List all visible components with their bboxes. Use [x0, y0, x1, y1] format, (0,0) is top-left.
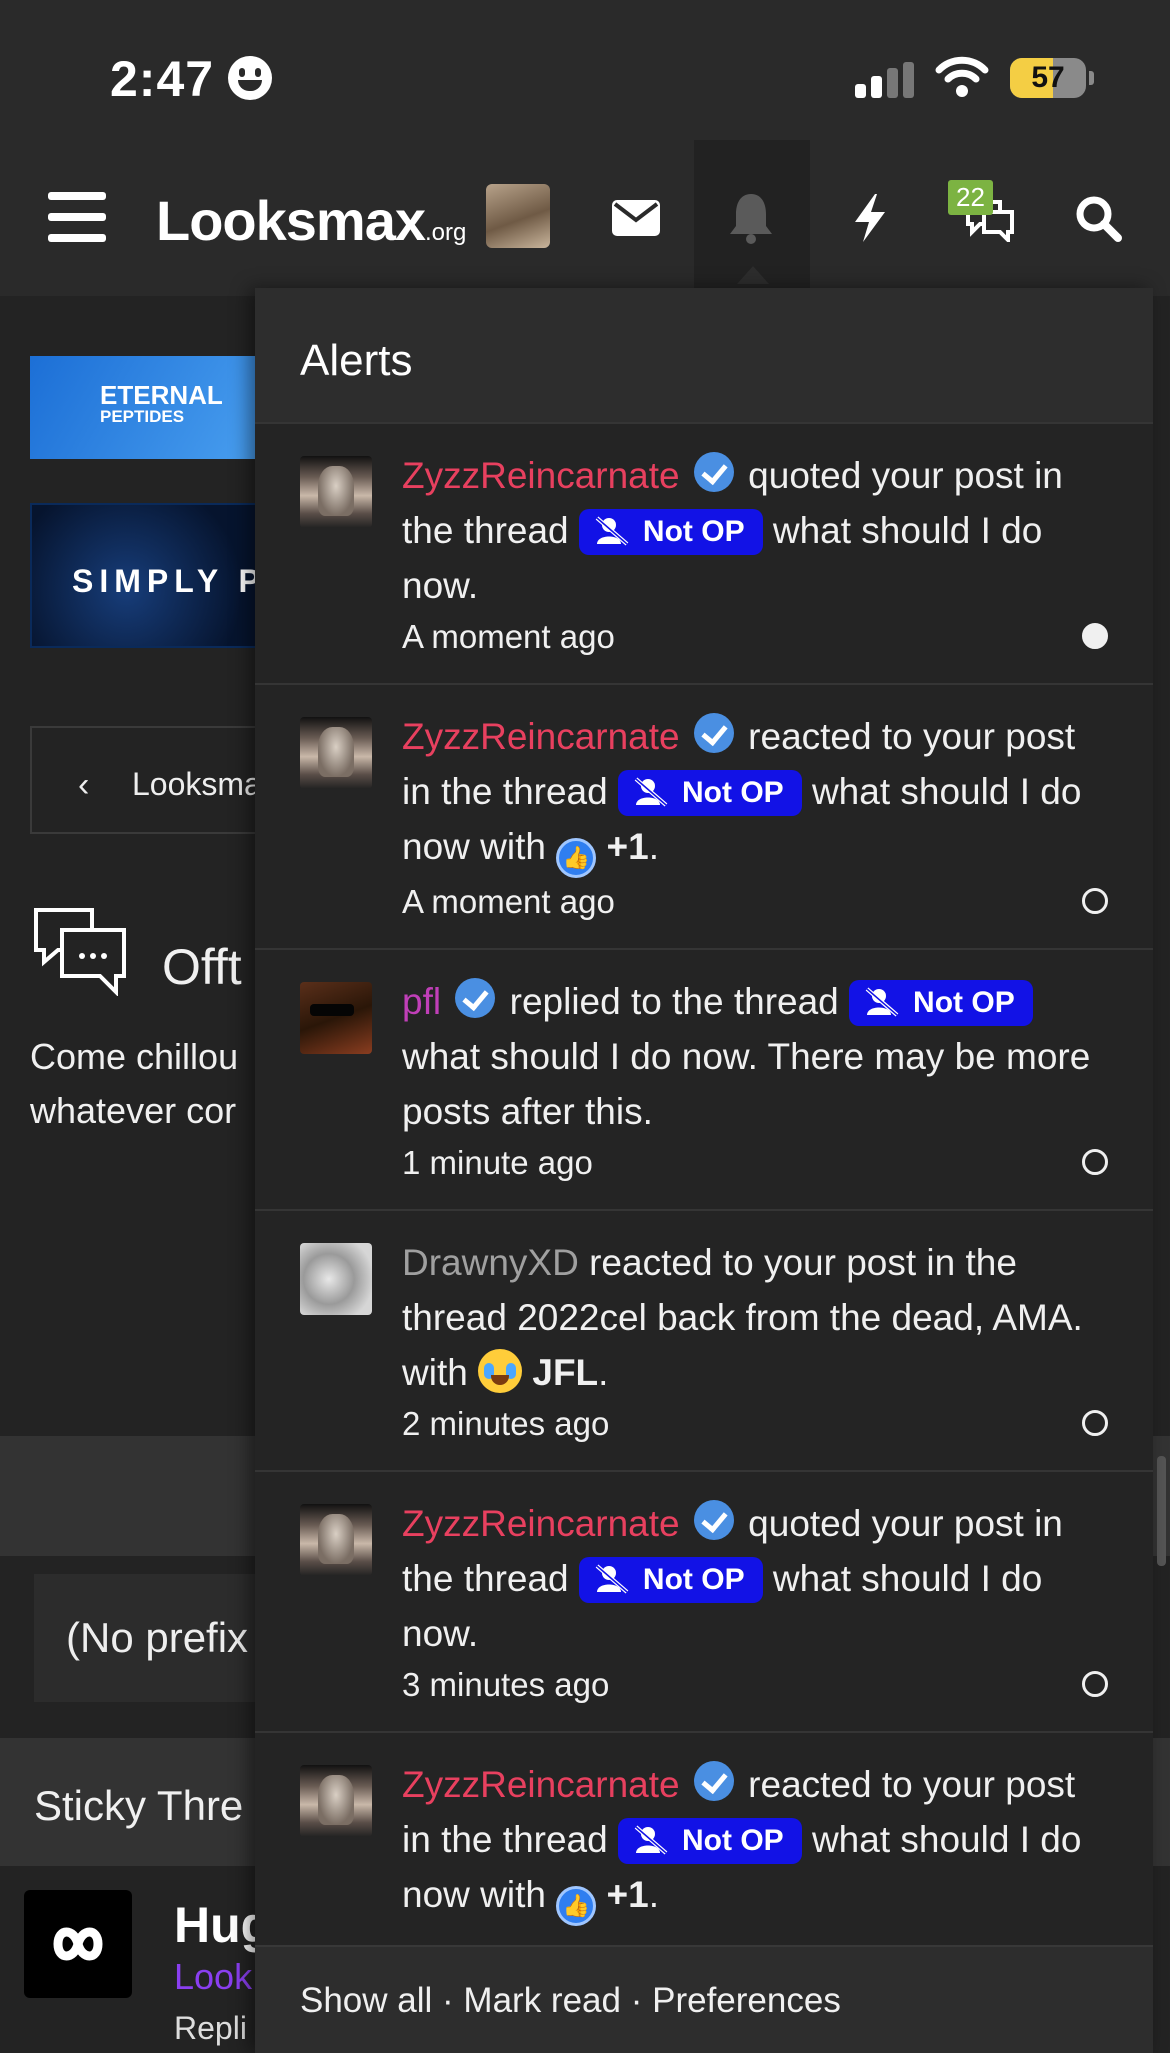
alert-item[interactable]: ZyzzReincarnate quoted your post in the …: [255, 424, 1153, 685]
not-op-tag[interactable]: Not OP: [578, 1557, 763, 1603]
user-avatar[interactable]: [486, 184, 550, 248]
not-op-tag[interactable]: Not OP: [618, 1818, 802, 1864]
battery-icon: 57: [1010, 58, 1086, 98]
alert-username[interactable]: ZyzzReincarnate: [402, 716, 680, 757]
forum-description: Come chillou whatever cor: [30, 1036, 239, 1131]
cellular-signal-icon: [855, 62, 915, 98]
alert-item[interactable]: DrawnyXD reacted to your post in the thr…: [255, 1211, 1153, 1472]
status-bar: 2:47 57: [0, 0, 1170, 140]
bell-icon: [726, 192, 776, 249]
alert-username[interactable]: pfl: [402, 981, 441, 1022]
no-user-icon: [634, 1825, 668, 1855]
verified-badge-icon: [693, 1500, 734, 1540]
alert-thread-link[interactable]: what should I do now. There may be more …: [402, 1036, 1090, 1132]
avatar[interactable]: [300, 456, 372, 528]
prefix-filter[interactable]: (No prefix: [34, 1574, 274, 1702]
preferences-link[interactable]: Preferences: [652, 1981, 841, 2020]
alert-time: 1 minute ago: [402, 1144, 593, 1181]
thread-replies: Repli: [174, 2010, 247, 2046]
avatar[interactable]: [300, 1765, 372, 1837]
battery-tip: [1089, 71, 1094, 85]
alert-username[interactable]: ZyzzReincarnate: [402, 455, 680, 496]
alert-time: A moment ago: [402, 883, 615, 920]
alert-item[interactable]: ZyzzReincarnate reacted to your post in …: [255, 1733, 1153, 1950]
thumbs-up-icon: 👍: [556, 838, 597, 878]
no-user-icon: [865, 987, 899, 1017]
alert-username[interactable]: ZyzzReincarnate: [402, 1764, 680, 1805]
alert-item[interactable]: ZyzzReincarnate quoted your post in the …: [255, 1472, 1153, 1733]
alert-time: 3 minutes ago: [402, 1666, 610, 1703]
site-header: Looksmax.org: [0, 140, 1170, 296]
thumbs-up-icon: 👍: [556, 1886, 597, 1926]
menu-icon[interactable]: [48, 192, 108, 242]
alerts-footer: Show all · Mark read · Preferences: [255, 1945, 1153, 2053]
read-dot-icon[interactable]: [1082, 1671, 1108, 1697]
alerts-list: ZyzzReincarnate quoted your post in the …: [255, 424, 1153, 1950]
envelope-icon[interactable]: [596, 180, 676, 256]
not-op-tag[interactable]: Not OP: [578, 509, 763, 555]
verified-badge-icon: [693, 1761, 734, 1801]
avatar[interactable]: [300, 717, 372, 789]
read-dot-icon[interactable]: [1082, 1410, 1108, 1436]
not-op-tag[interactable]: Not OP: [618, 770, 802, 816]
ad-banner-eternal[interactable]: ETERNAL PEPTIDES: [30, 356, 270, 459]
avatar[interactable]: [300, 982, 372, 1054]
bolt-icon[interactable]: [830, 180, 910, 256]
reaction-label: JFL: [532, 1352, 599, 1393]
clock: 2:47: [110, 51, 215, 107]
crying-laughing-icon: [478, 1349, 523, 1393]
alert-username[interactable]: ZyzzReincarnate: [402, 1503, 680, 1544]
show-all-link[interactable]: Show all: [300, 1981, 432, 2020]
footer-separator: ·: [630, 1981, 643, 2020]
search-icon[interactable]: [1058, 180, 1138, 256]
alert-time: 2 minutes ago: [402, 1405, 610, 1442]
alerts-popup: Alerts ZyzzReincarnate quoted your post …: [255, 288, 1153, 2053]
scrollbar[interactable]: [1157, 1456, 1166, 1566]
chevron-left-icon: ‹: [78, 766, 90, 804]
site-logo[interactable]: Looksmax.org: [156, 188, 466, 253]
alert-time: A moment ago: [402, 618, 615, 655]
breadcrumb[interactable]: ‹ Looksma: [30, 726, 270, 834]
read-dot-icon[interactable]: [1082, 888, 1108, 914]
reaction-label: +1: [606, 1874, 649, 1915]
not-op-tag[interactable]: Not OP: [849, 980, 1033, 1026]
battery-level: 57: [1031, 61, 1065, 94]
avatar[interactable]: [300, 1504, 372, 1576]
forum-title: Offt: [162, 939, 242, 995]
thread-category[interactable]: Look: [174, 1956, 252, 1998]
alert-item[interactable]: ZyzzReincarnate reacted to your post in …: [255, 685, 1153, 950]
popup-caret: [737, 266, 769, 284]
read-dot-icon[interactable]: [1082, 1149, 1108, 1175]
no-user-icon: [634, 777, 668, 807]
no-user-icon: [595, 516, 629, 546]
verified-badge-icon: [693, 452, 734, 492]
no-user-icon: [595, 1564, 629, 1594]
mark-read-link[interactable]: Mark read: [463, 1981, 621, 2020]
reaction-label: +1: [606, 826, 649, 867]
avatar[interactable]: [300, 1243, 372, 1315]
footer-separator: ·: [442, 1981, 454, 2020]
unread-dot-icon[interactable]: [1082, 623, 1108, 649]
alert-item[interactable]: pfl replied to the thread Not OP what sh…: [255, 950, 1153, 1211]
wifi-icon: [935, 56, 989, 103]
verified-badge-icon: [455, 978, 496, 1018]
conversations-count-badge: 22: [948, 180, 993, 215]
alert-action: replied to the thread: [509, 981, 839, 1022]
ad-banner-simply[interactable]: SIMPLY P: [30, 503, 270, 648]
alerts-title: Alerts: [255, 288, 1153, 424]
thread-icon: [24, 1890, 132, 1998]
alert-username[interactable]: DrawnyXD: [402, 1242, 579, 1283]
verified-badge-icon: [693, 713, 734, 753]
smiley-icon: [228, 56, 272, 100]
forum-chat-icon: [32, 906, 128, 997]
